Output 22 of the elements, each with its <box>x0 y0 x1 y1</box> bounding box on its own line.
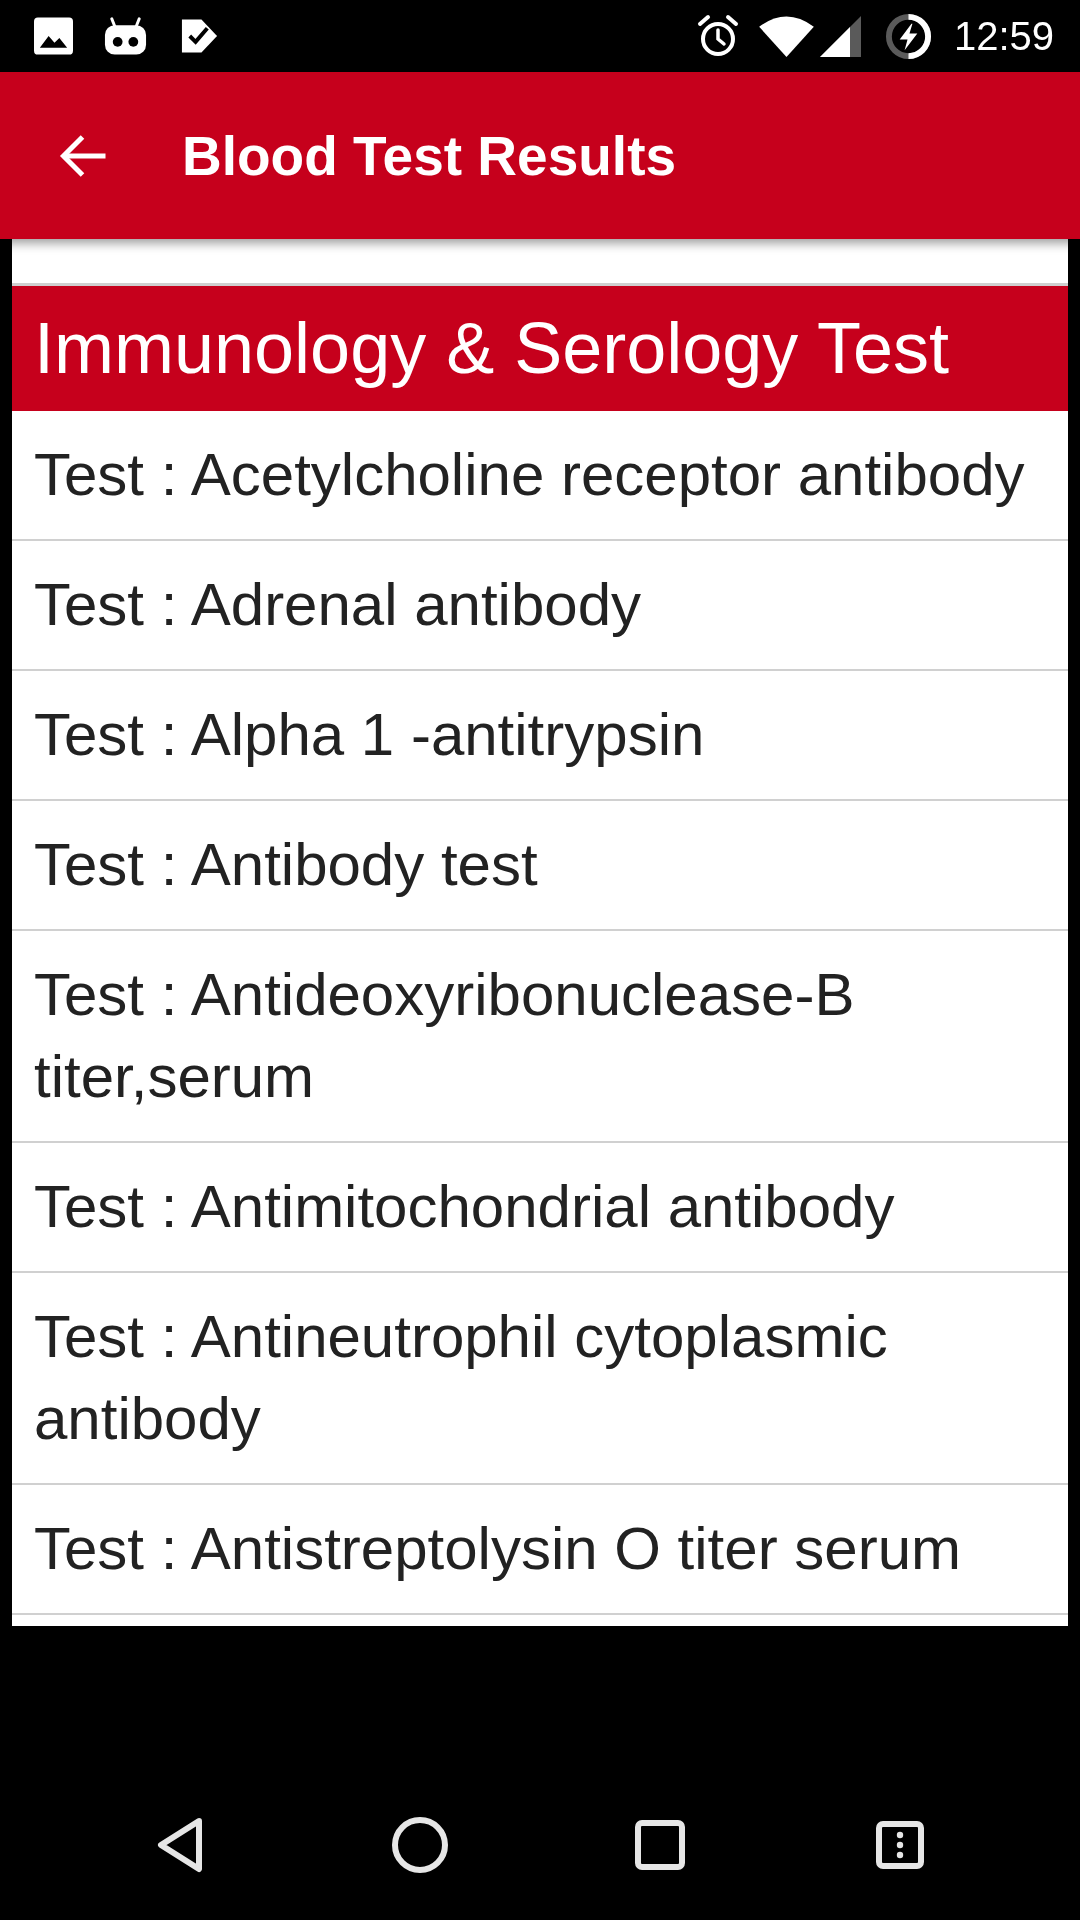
list-item[interactable]: Test : Adrenal antibody <box>12 541 1068 671</box>
check-tag-icon <box>180 17 219 55</box>
wifi-icon <box>757 15 815 57</box>
home-circle-icon[interactable] <box>392 1817 448 1873</box>
section-header: Immunology & Serology Test <box>12 286 1068 411</box>
app-bar-title: Blood Test Results <box>182 123 677 189</box>
list-item[interactable]: Test : Antimitochondrial antibody <box>12 1143 1068 1273</box>
list-item[interactable]: Test : Antibody test <box>12 801 1068 931</box>
list-item[interactable]: Test : Antideoxyribonuclease-B titer,serum <box>12 931 1068 1143</box>
menu-icon[interactable] <box>876 1821 924 1869</box>
recent-apps-icon[interactable] <box>635 1820 685 1870</box>
battery-charging-icon <box>884 12 932 60</box>
signal-icon <box>818 15 861 57</box>
list-item[interactable]: Test : Alpha 1 -antitrypsin <box>12 671 1068 801</box>
list-item[interactable]: Test : Antineutrophil cytoplasmic antibody <box>12 1273 1068 1485</box>
list-item[interactable]: Test : Acetylcholine receptor antibody <box>12 411 1068 541</box>
alarm-clock-icon <box>695 14 740 58</box>
image-icon <box>34 17 73 55</box>
clock-time: 12:59 <box>953 16 1054 56</box>
robot-icon <box>103 17 148 55</box>
list-item[interactable]: Test : Antistreptolysin O titer serum <box>12 1485 1068 1615</box>
back-triangle-icon[interactable] <box>156 1817 204 1873</box>
